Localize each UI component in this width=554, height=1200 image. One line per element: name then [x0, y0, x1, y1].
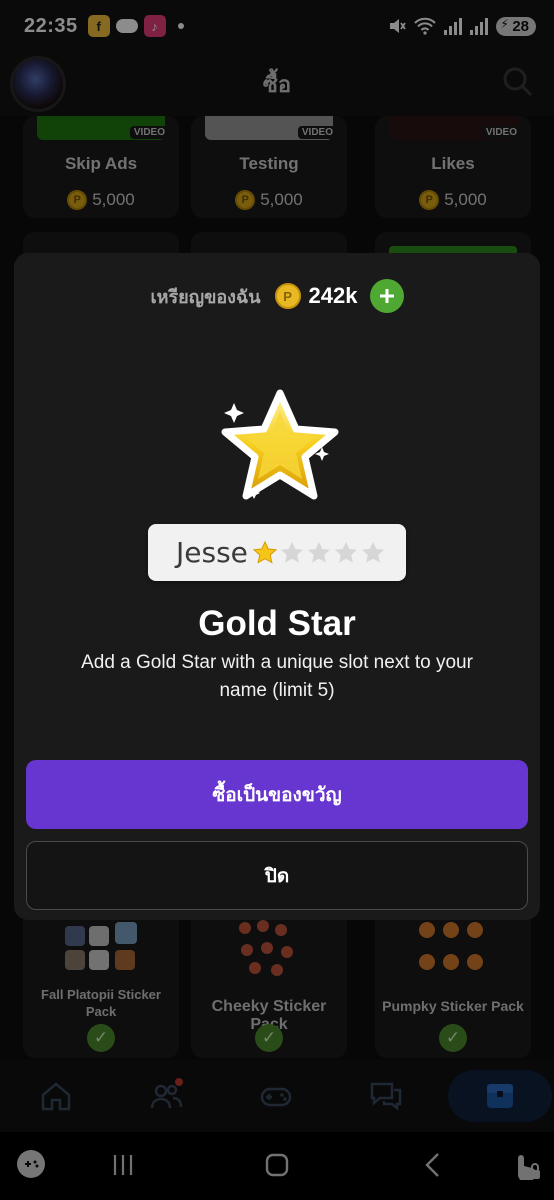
- star-empty-icon: [361, 541, 384, 563]
- item-title: Gold Star: [198, 604, 356, 643]
- plus-icon: [379, 289, 394, 303]
- gold-star-icon: [221, 389, 339, 500]
- star-empty-icon: [280, 541, 303, 563]
- star-empty-icon: [307, 541, 330, 563]
- plate-name: Jesse: [176, 536, 248, 569]
- name-plate-preview: Jesse: [148, 524, 406, 581]
- star-empty-icon: [334, 541, 357, 563]
- coin-icon: P: [274, 283, 301, 309]
- coin-balance-row: เหรียญของฉัน P 242k: [14, 279, 540, 313]
- close-button[interactable]: ปิด: [26, 841, 528, 910]
- buy-as-gift-button[interactable]: ซื้อเป็นของขวัญ: [26, 760, 528, 829]
- add-coins-button[interactable]: [369, 279, 404, 313]
- balance-value: 242k: [308, 283, 358, 308]
- star-filled-icon: [252, 540, 278, 564]
- item-description: Add a Gold Star with a unique slot next …: [81, 652, 473, 701]
- purchase-modal: เหรียญของฉัน P 242k Jesse Gold Star Add …: [14, 253, 540, 920]
- plate-stars: [252, 540, 386, 566]
- balance-label: เหรียญของฉัน: [150, 286, 261, 307]
